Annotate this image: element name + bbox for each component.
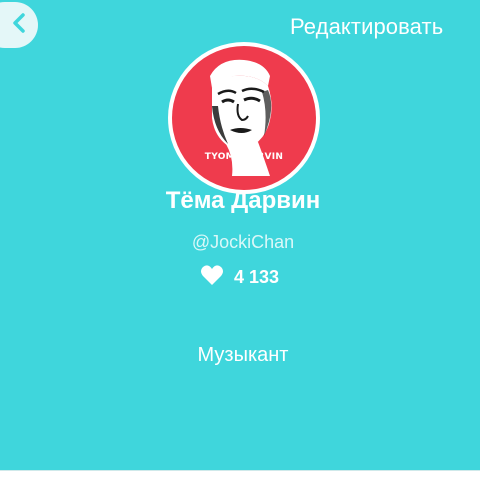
avatar[interactable]: TYOMADARVIN	[168, 42, 320, 194]
edit-profile-link[interactable]: Редактировать	[290, 14, 443, 40]
back-button[interactable]	[0, 2, 38, 48]
likes-counter: 4 133	[200, 264, 279, 291]
likes-count: 4 133	[234, 267, 280, 287]
bottom-bar	[0, 470, 480, 481]
heart-icon	[200, 264, 224, 291]
profile-name: Тёма Дарвин	[165, 187, 321, 214]
profile-handle: @JockiChan	[191, 232, 295, 252]
avatar-caption: TYOMADARVIN	[204, 152, 284, 162]
profile-role: Музыкант	[197, 344, 289, 366]
avatar-portrait	[210, 59, 272, 176]
chevron-left-icon	[12, 12, 26, 39]
avatar-image: TYOMADARVIN	[172, 46, 316, 190]
